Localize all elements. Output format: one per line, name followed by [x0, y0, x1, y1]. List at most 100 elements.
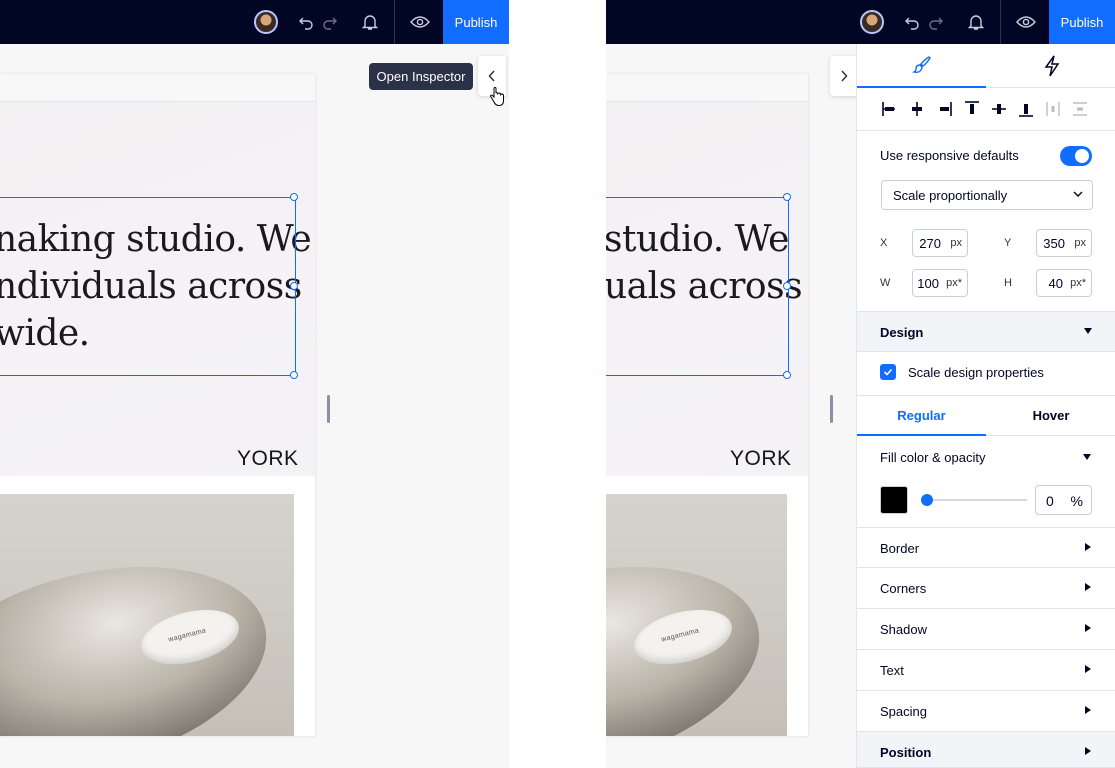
hero-section[interactable]: naking studio. We ndividuals across wide… [0, 102, 315, 476]
y-field[interactable]: 350 px [1036, 229, 1092, 257]
undo-icon[interactable] [902, 0, 922, 44]
shadow-label: Shadow [880, 622, 927, 637]
align-right-icon[interactable] [935, 100, 953, 118]
resize-handle[interactable] [783, 193, 791, 201]
align-bottom-icon[interactable] [1017, 100, 1035, 118]
caret-right-icon [1085, 583, 1091, 591]
text-label: Text [880, 663, 904, 678]
canvas-header-strip [606, 74, 808, 102]
h-field[interactable]: 40 px* [1036, 269, 1092, 297]
hero-section[interactable]: studio. We uals across YORK [606, 102, 808, 476]
tab-regular[interactable]: Regular [857, 395, 986, 436]
h-label: H [1004, 277, 1012, 289]
border-label: Border [880, 541, 920, 556]
top-bar: Publish [0, 0, 509, 44]
alignment-toolbar [857, 88, 1115, 131]
resize-handle[interactable] [290, 193, 298, 201]
canvas-resize-handle[interactable] [830, 395, 833, 423]
tab-hover[interactable]: Hover [986, 395, 1115, 436]
h-unit: px* [1070, 277, 1086, 289]
y-unit: px [1074, 237, 1086, 249]
caret-right-icon [1085, 543, 1091, 551]
chevron-down-icon [1073, 191, 1083, 197]
page-canvas[interactable]: naking studio. We ndividuals across wide… [0, 74, 315, 736]
corners-section-header[interactable]: Corners [857, 568, 1115, 609]
page-canvas[interactable]: studio. We uals across YORK wagamama [606, 74, 808, 736]
york-label[interactable]: YORK [730, 447, 792, 471]
distribute-vertical-icon[interactable] [1071, 100, 1089, 118]
text-section-header[interactable]: Text [857, 650, 1115, 691]
y-label: Y [1004, 237, 1012, 249]
w-label: W [880, 277, 891, 289]
product-photo[interactable]: wagamama [0, 494, 294, 736]
split-gap [509, 0, 606, 768]
align-center-icon[interactable] [908, 100, 926, 118]
responsive-defaults-label: Use responsive defaults [880, 148, 1019, 163]
align-middle-icon[interactable] [990, 100, 1008, 118]
editor-right-pane: Publish studio. We uals across YORK waga… [606, 0, 1115, 768]
redo-icon[interactable] [320, 0, 340, 44]
close-inspector-button[interactable] [830, 56, 858, 96]
canvas-header-strip [0, 74, 315, 102]
tab-interactions[interactable] [987, 44, 1115, 88]
top-bar: Publish [606, 0, 1115, 44]
editor-stage: Publish naking studio. We ndividuals acr… [0, 0, 1115, 768]
spacing-section-header[interactable]: Spacing [857, 691, 1115, 732]
w-unit: px* [946, 277, 962, 289]
resize-handle[interactable] [783, 282, 791, 290]
spacing-label: Spacing [880, 704, 927, 719]
preview-eye-icon[interactable] [1015, 0, 1037, 44]
avatar[interactable] [254, 10, 278, 34]
bell-icon[interactable] [360, 0, 380, 44]
align-left-icon[interactable] [881, 100, 899, 118]
fill-color-swatch[interactable] [880, 486, 908, 514]
w-field[interactable]: 100 px* [912, 269, 968, 297]
x-value: 270 [919, 235, 941, 251]
shadow-section-header[interactable]: Shadow [857, 609, 1115, 650]
responsive-defaults-toggle[interactable] [1060, 146, 1092, 166]
selection-box[interactable] [0, 193, 298, 379]
canvas-resize-handle[interactable] [327, 395, 330, 423]
avatar[interactable] [860, 10, 884, 34]
publish-button[interactable]: Publish [1049, 0, 1115, 44]
editor-left-pane: Publish naking studio. We ndividuals acr… [0, 0, 509, 768]
product-photo[interactable]: wagamama [606, 494, 787, 736]
resize-handle[interactable] [783, 371, 791, 379]
opacity-field[interactable]: 0 % [1035, 485, 1092, 515]
caret-down-icon [1084, 328, 1092, 334]
position-section-header[interactable]: Position [857, 732, 1115, 768]
x-label: X [880, 237, 888, 249]
x-field[interactable]: 270 px [912, 229, 968, 257]
scale-design-checkbox[interactable] [880, 364, 896, 380]
undo-icon[interactable] [296, 0, 316, 44]
caret-down-icon[interactable] [1083, 454, 1091, 460]
caret-right-icon [1085, 706, 1091, 714]
scale-dropdown[interactable]: Scale proportionally [881, 180, 1093, 210]
checkmark-icon [883, 368, 893, 376]
york-label[interactable]: YORK [237, 447, 299, 471]
publish-button[interactable]: Publish [443, 0, 509, 44]
distribute-horizontal-icon[interactable] [1044, 100, 1062, 118]
opacity-slider-track[interactable] [925, 499, 1027, 501]
redo-icon[interactable] [926, 0, 946, 44]
tab-design[interactable] [857, 44, 986, 88]
border-section-header[interactable]: Border [857, 527, 1115, 568]
design-section-label: Design [880, 325, 924, 340]
opacity-value: 0 [1046, 493, 1054, 509]
topbar-divider [1000, 0, 1001, 44]
opacity-slider-knob[interactable] [921, 494, 933, 506]
scale-design-label: Scale design properties [908, 365, 1044, 380]
resize-handle[interactable] [290, 371, 298, 379]
bell-icon[interactable] [966, 0, 986, 44]
fill-color-label: Fill color & opacity [880, 450, 986, 465]
align-top-icon[interactable] [963, 100, 981, 118]
chevron-left-icon [488, 70, 495, 82]
resize-handle[interactable] [290, 282, 298, 290]
preview-eye-icon[interactable] [409, 0, 431, 44]
design-section-header[interactable]: Design [857, 311, 1115, 352]
selection-box[interactable] [606, 193, 791, 379]
scale-dropdown-value: Scale proportionally [893, 187, 1008, 203]
inspector-panel: Use responsive defaults Scale proportion… [856, 44, 1115, 768]
inspector-tabs [857, 44, 1115, 88]
paintbrush-icon [911, 56, 931, 73]
